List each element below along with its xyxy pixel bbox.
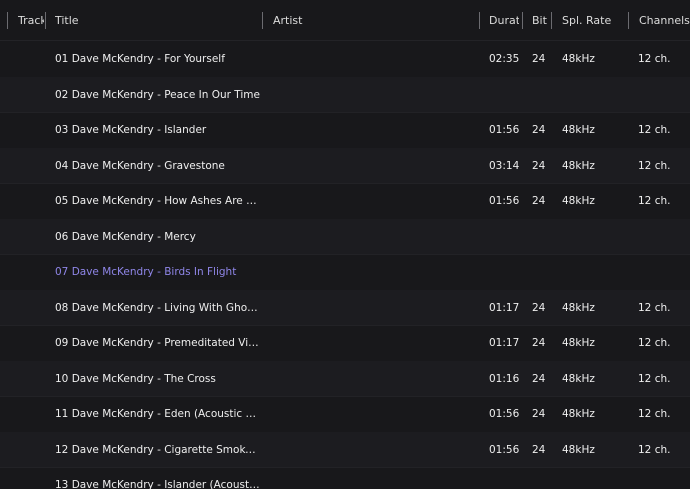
track-channels: 12 ch. [638,408,671,420]
track-table: Track Title Artist Durati Bit Spl. Rate … [0,0,690,489]
track-bit-depth: 24 [532,408,546,420]
track-sample-rate [562,77,622,112]
track-bit-depth: 24 [532,124,546,136]
column-resize-handle[interactable] [7,12,8,29]
table-row[interactable]: 04 Dave McKendry - Gravestone 03:14 24 48kH… [0,147,690,184]
track-duration: 01:17 [489,301,520,314]
track-title: 13 Dave McKendry - Islander (Acoustic Se… [55,479,261,489]
track-sample-rate: 48kHz [562,337,595,349]
column-header-sample-rate[interactable]: Spl. Rate [562,0,622,40]
column-header-track[interactable]: Track [18,0,44,40]
track-title: 06 Dave McKendry - Mercy [55,230,196,243]
track-sample-rate: 48kHz [562,195,595,207]
column-header-duration[interactable]: Durati [489,0,519,40]
track-bit-depth: 24 [532,195,546,207]
track-duration: 01:56 [489,443,520,456]
track-channels [638,77,690,112]
track-title: 01 Dave McKendry - For Yourself [55,53,225,65]
track-title: 09 Dave McKendry - Premeditated Violence [55,337,261,349]
track-bit-depth: 24 [532,301,546,314]
track-bit-depth: 24 [532,443,546,456]
table-row[interactable]: 07 Dave McKendry - Birds In Flight [0,254,690,291]
track-sample-rate: 48kHz [562,443,595,456]
column-resize-handle[interactable] [628,12,629,29]
track-channels: 12 ch. [638,53,671,65]
track-duration [489,254,521,289]
track-sample-rate: 48kHz [562,372,595,385]
track-channels: 12 ch. [638,301,671,314]
column-header-artist[interactable]: Artist [273,0,473,40]
track-channels: 12 ch. [638,195,671,207]
track-sample-rate [562,467,622,489]
track-duration: 01:16 [489,372,520,385]
track-channels: 12 ch. [638,337,671,349]
track-duration [489,219,521,254]
table-row[interactable]: 08 Dave McKendry - Living With Ghosts 01:… [0,289,690,326]
track-duration: 03:14 [489,159,520,172]
table-row[interactable]: 13 Dave McKendry - Islander (Acoustic Se… [0,467,690,489]
track-bit-depth [532,219,552,254]
column-resize-handle[interactable] [45,12,46,29]
track-channels [638,467,690,489]
track-channels [638,254,690,289]
track-sample-rate [562,254,622,289]
track-title: 12 Dave McKendry - Cigarette Smoke (Acou… [55,443,261,456]
track-sample-rate: 48kHz [562,53,595,65]
track-title: 10 Dave McKendry - The Cross [55,372,216,385]
column-header-title[interactable]: Title [55,0,255,40]
table-row[interactable]: 03 Dave McKendry - Islander 01:56 24 48kHz 1… [0,112,690,149]
track-title: 04 Dave McKendry - Gravestone [55,159,225,172]
track-channels: 12 ch. [638,159,671,172]
track-sample-rate: 48kHz [562,408,595,420]
track-sample-rate: 48kHz [562,301,595,314]
table-row[interactable]: 10 Dave McKendry - The Cross 01:16 24 48kHz… [0,360,690,397]
table-row[interactable]: 05 Dave McKendry - How Ashes Are Made 01:… [0,183,690,220]
table-row[interactable]: 02 Dave McKendry - Peace In Our Time [0,76,690,113]
track-sample-rate: 48kHz [562,159,595,172]
track-sample-rate [562,219,622,254]
track-duration [489,467,521,489]
track-bit-depth [532,77,552,112]
track-title: 07 Dave McKendry - Birds In Flight [55,266,237,278]
track-bit-depth [532,254,552,289]
track-channels [638,219,690,254]
track-channels: 12 ch. [638,124,671,136]
column-resize-handle[interactable] [479,12,480,29]
table-row[interactable]: 01 Dave McKendry - For Yourself 02:35 24 48… [0,41,690,78]
track-duration: 01:56 [489,195,520,207]
track-title: 08 Dave McKendry - Living With Ghosts [55,301,261,314]
table-row[interactable]: 09 Dave McKendry - Premeditated Violence… [0,325,690,362]
track-title: 02 Dave McKendry - Peace In Our Time [55,88,260,101]
track-bit-depth: 24 [532,372,546,385]
track-bit-depth: 24 [532,159,546,172]
track-duration: 02:35 [489,53,520,65]
table-row[interactable]: 06 Dave McKendry - Mercy [0,218,690,255]
track-title: 11 Dave McKendry - Eden (Acoustic Sessio… [55,408,261,420]
column-header-channels[interactable]: Channels [639,0,690,40]
column-resize-handle[interactable] [522,12,523,29]
track-channels: 12 ch. [638,372,671,385]
track-duration: 01:56 [489,408,520,420]
track-title: 03 Dave McKendry - Islander [55,124,207,136]
track-sample-rate: 48kHz [562,124,595,136]
track-bit-depth: 24 [532,53,546,65]
column-header-bit[interactable]: Bit [532,0,548,40]
table-row[interactable]: 11 Dave McKendry - Eden (Acoustic Sessio… [0,396,690,433]
table-row[interactable]: 12 Dave McKendry - Cigarette Smoke (Acou… [0,431,690,468]
column-resize-handle[interactable] [551,12,552,29]
track-title: 05 Dave McKendry - How Ashes Are Made [55,195,261,207]
track-bit-depth: 24 [532,337,546,349]
column-resize-handle[interactable] [262,12,263,29]
track-duration: 01:17 [489,337,520,349]
table-header: Track Title Artist Durati Bit Spl. Rate … [0,0,690,41]
track-channels: 12 ch. [638,443,671,456]
track-bit-depth [532,467,552,489]
track-duration: 01:56 [489,124,520,136]
track-duration [489,77,521,112]
